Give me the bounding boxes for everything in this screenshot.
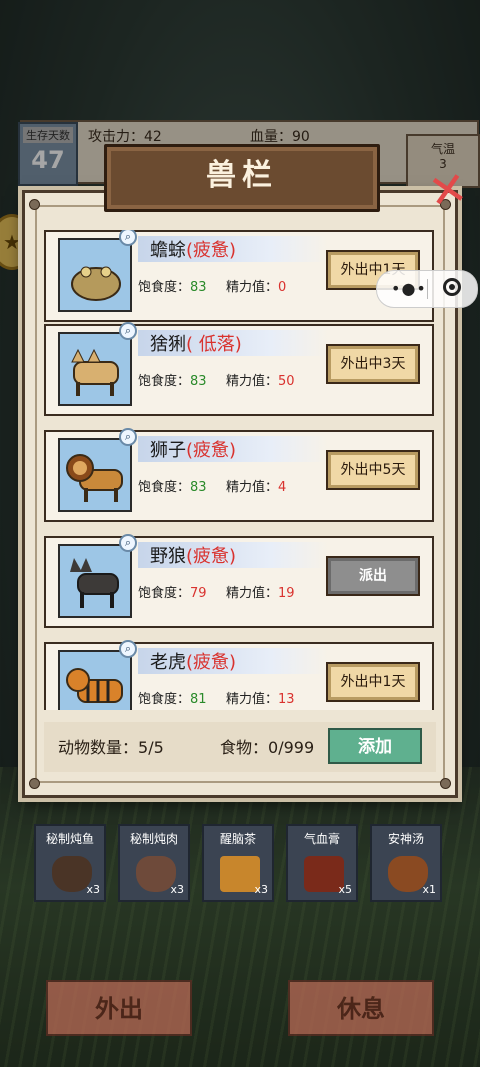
rivet <box>440 778 451 789</box>
item-slot[interactable]: 气血膏 x5 <box>286 824 358 902</box>
item-count: x1 <box>422 883 436 896</box>
energy-stat: 精力值：0 <box>226 280 287 295</box>
item-count: x3 <box>86 883 100 896</box>
energy-stat: 精力值：50 <box>226 374 295 389</box>
animal-portrait[interactable] <box>58 238 132 312</box>
animal-count: 动物数量：5/5 <box>58 738 164 757</box>
animal-status: (疲惫) <box>186 652 237 673</box>
animal-list[interactable]: ⌕ 蟾蜍(疲惫) 饱食度：83 精力值：0 外出中1天 ⌕ 猞猁( 低落) 饱食… <box>44 230 436 710</box>
animal-card: ⌕ 野狼(疲惫) 饱食度：79 精力值：19 派出 <box>44 534 434 628</box>
satiety-stat: 饱食度：83 <box>138 480 207 495</box>
animal-portrait[interactable] <box>58 438 132 512</box>
item-label: 秘制炖肉 <box>129 832 178 846</box>
rivet <box>29 778 40 789</box>
animal-name: 野狼(疲惫) <box>150 546 237 567</box>
animal-status: (疲惫) <box>186 240 237 261</box>
animal-action-button[interactable]: 外出中1天 <box>326 662 420 702</box>
inspect-magnifier-icon[interactable]: ⌕ <box>119 640 137 658</box>
animal-portrait[interactable] <box>58 650 132 710</box>
item-slot[interactable]: 安神汤 x1 <box>370 824 442 902</box>
rest-button[interactable]: 休息 <box>288 980 434 1036</box>
item-slot[interactable]: 醒脑茶 x3 <box>202 824 274 902</box>
animal-card: ⌕ 猞猁( 低落) 饱食度：83 精力值：50 外出中3天 <box>44 322 434 416</box>
item-count: x3 <box>170 883 184 896</box>
energy-stat: 精力值：4 <box>226 480 287 495</box>
close-x-icon[interactable]: ✕ <box>414 160 480 220</box>
item-count: x5 <box>338 883 352 896</box>
panel-title: 兽栏 <box>206 158 278 193</box>
animal-name: 猞猁( 低落) <box>150 334 242 355</box>
energy-stat: 精力值：19 <box>226 586 295 601</box>
animal-name: 老虎(疲惫) <box>150 652 237 673</box>
animal-name: 蟾蜍(疲惫) <box>150 240 237 261</box>
animal-card: ⌕ 狮子(疲惫) 饱食度：83 精力值：4 外出中5天 <box>44 428 434 522</box>
animal-action-button[interactable]: 外出中5天 <box>326 450 420 490</box>
food-count: 食物：0/999 <box>220 738 315 757</box>
miniprogram-capsule: •●• <box>376 270 478 308</box>
inspect-magnifier-icon[interactable]: ⌕ <box>119 428 137 446</box>
inspect-magnifier-icon[interactable]: ⌕ <box>119 230 137 246</box>
item-label: 安神汤 <box>387 832 424 846</box>
animal-portrait[interactable] <box>58 544 132 618</box>
satiety-stat: 饱食度：79 <box>138 586 207 601</box>
dispatch-button[interactable]: 派出 <box>326 556 420 596</box>
item-slot[interactable]: 秘制炖肉 x3 <box>118 824 190 902</box>
inspect-magnifier-icon[interactable]: ⌕ <box>119 322 137 340</box>
item-label: 气血膏 <box>303 832 340 846</box>
item-count: x3 <box>254 883 268 896</box>
animal-status: (疲惫) <box>186 440 237 461</box>
go-out-button[interactable]: 外出 <box>46 980 192 1036</box>
add-button[interactable]: 添加 <box>328 728 422 764</box>
item-slot[interactable]: 秘制炖鱼 x3 <box>34 824 106 902</box>
more-menu-icon[interactable]: •●• <box>391 279 427 298</box>
satiety-stat: 饱食度：83 <box>138 280 207 295</box>
panel-footer: 动物数量：5/5 食物：0/999 添加 <box>44 722 436 772</box>
animal-name: 狮子(疲惫) <box>150 440 237 461</box>
animal-portrait[interactable] <box>58 332 132 406</box>
inspect-magnifier-icon[interactable]: ⌕ <box>119 534 137 552</box>
satiety-stat: 饱食度：81 <box>138 692 207 707</box>
item-label: 秘制炖鱼 <box>45 832 94 846</box>
panel-title-board: 兽栏 <box>104 144 380 212</box>
satiety-stat: 饱食度：83 <box>138 374 207 389</box>
energy-stat: 精力值：13 <box>226 692 295 707</box>
animal-status: ( 低落) <box>186 334 242 355</box>
animal-card: ⌕ 蟾蜍(疲惫) 饱食度：83 精力值：0 外出中1天 <box>44 230 434 322</box>
animal-card: ⌕ 老虎(疲惫) 饱食度：81 精力值：13 外出中1天 <box>44 640 434 710</box>
item-label: 醒脑茶 <box>219 832 256 846</box>
animal-action-button[interactable]: 外出中3天 <box>326 344 420 384</box>
rivet <box>29 199 40 210</box>
animal-status: (疲惫) <box>186 546 237 567</box>
item-bar: 秘制炖鱼 x3 秘制炖肉 x3 醒脑茶 x3 气血膏 x5 安神汤 x1 <box>34 824 454 904</box>
close-miniprogram-icon[interactable] <box>443 278 461 296</box>
